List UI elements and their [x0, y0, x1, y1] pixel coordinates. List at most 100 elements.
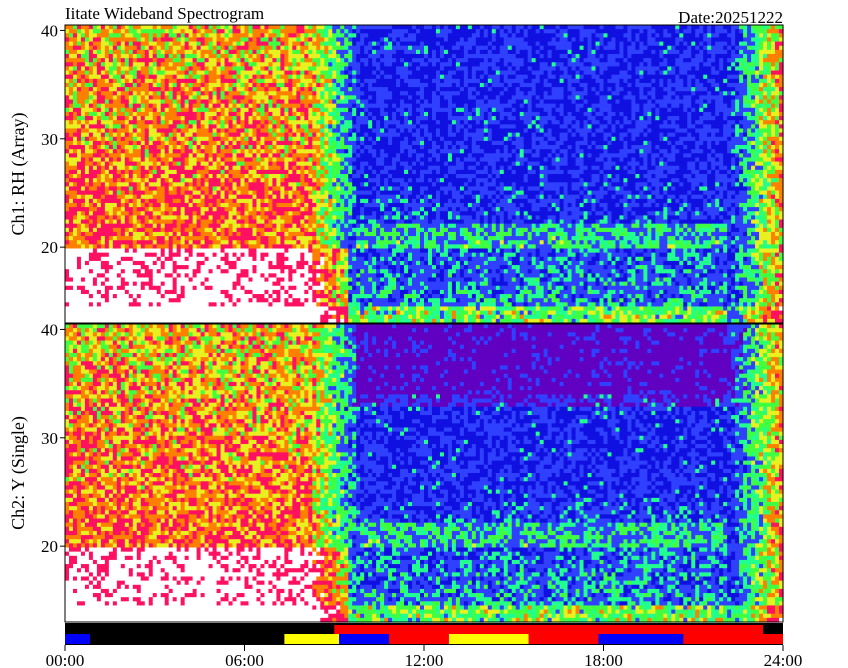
heatmap-cell	[241, 145, 246, 150]
heatmap-cell	[129, 302, 134, 307]
heatmap-cell	[121, 128, 126, 133]
heatmap-cell	[173, 170, 178, 175]
heatmap-cell	[65, 290, 70, 295]
heatmap-cell	[113, 186, 118, 191]
heatmap-cell	[280, 91, 285, 96]
heatmap-cell	[153, 100, 158, 105]
heatmap-cell	[185, 294, 190, 299]
heatmap-cell	[296, 71, 301, 76]
heatmap-cell	[328, 294, 333, 299]
heatmap-cell	[213, 228, 218, 233]
heatmap-cell	[245, 253, 250, 258]
heatmap-cell	[181, 273, 186, 278]
heatmap-cell	[256, 157, 261, 162]
heatmap-cell	[145, 50, 150, 55]
heatmap-cell	[248, 170, 253, 175]
heatmap-cell	[300, 25, 305, 30]
heatmap-cell	[181, 315, 186, 320]
heatmap-cell	[161, 153, 166, 158]
heatmap-cell	[221, 315, 226, 320]
heatmap-cell	[145, 120, 150, 125]
heatmap-cell	[113, 191, 118, 196]
heatmap-cell	[121, 215, 126, 220]
heatmap-cell	[133, 277, 138, 282]
heatmap-cell	[137, 186, 142, 191]
heatmap-cell	[320, 249, 325, 254]
heatmap-cell	[332, 302, 337, 307]
heatmap-cell	[65, 104, 70, 109]
heatmap-cell	[189, 54, 194, 59]
heatmap-cell	[109, 87, 114, 92]
heatmap-cell	[121, 298, 126, 303]
heatmap-cell	[193, 207, 198, 212]
heatmap-cell	[213, 269, 218, 274]
heatmap-cell	[213, 182, 218, 187]
heatmap-cell	[304, 112, 309, 117]
heatmap-cell	[97, 112, 102, 117]
heatmap-cell	[332, 195, 337, 200]
heatmap-cell	[205, 145, 210, 150]
heatmap-cell	[189, 91, 194, 96]
heatmap-cell	[248, 286, 253, 291]
heatmap-cell	[248, 311, 253, 316]
heatmap-cell	[237, 261, 242, 266]
heatmap-cell	[221, 290, 226, 295]
heatmap-cell	[316, 42, 321, 47]
heatmap-cell	[73, 50, 78, 55]
heatmap-cell	[284, 178, 289, 183]
heatmap-cell	[296, 215, 301, 220]
heatmap-cell	[185, 104, 190, 109]
heatmap-cell	[141, 162, 146, 167]
heatmap-cell	[225, 95, 230, 100]
heatmap-cell	[101, 282, 106, 287]
heatmap-cell	[65, 186, 70, 191]
heatmap-cell	[73, 257, 78, 262]
heatmap-cell	[308, 286, 313, 291]
heatmap-cell	[129, 58, 134, 63]
heatmap-cell	[221, 37, 226, 42]
heatmap-cell	[93, 311, 98, 316]
heatmap-cell	[97, 306, 102, 311]
heatmap-cell	[121, 42, 126, 47]
heatmap-cell	[217, 145, 222, 150]
heatmap-cell	[276, 58, 281, 63]
heatmap-cell	[256, 37, 261, 42]
heatmap-cell	[213, 149, 218, 154]
heatmap-cell	[288, 120, 293, 125]
heatmap-cell	[276, 236, 281, 241]
heatmap-cell	[288, 302, 293, 307]
heatmap-cell	[316, 315, 321, 320]
heatmap-cell	[241, 137, 246, 142]
heatmap-cell	[272, 50, 277, 55]
heatmap-cell	[248, 211, 253, 216]
heatmap-cell	[97, 186, 102, 191]
heatmap-cell	[73, 37, 78, 42]
heatmap-cell	[161, 282, 166, 287]
heatmap-cell	[225, 195, 230, 200]
heatmap-cell	[324, 311, 329, 316]
heatmap-cell	[201, 298, 206, 303]
heatmap-cell	[77, 137, 82, 142]
heatmap-cell	[324, 75, 329, 80]
heatmap-cell	[260, 128, 265, 133]
heatmap-cell	[276, 149, 281, 154]
heatmap-cell	[336, 100, 341, 105]
heatmap-cell	[113, 37, 118, 42]
heatmap-cell	[237, 294, 242, 299]
heatmap-cell	[248, 145, 253, 150]
heatmap-cell	[117, 42, 122, 47]
heatmap-cell	[109, 224, 114, 229]
heatmap-cell	[117, 33, 122, 38]
heatmap-cell	[248, 149, 253, 154]
heatmap-cell	[125, 232, 130, 237]
heatmap-cell	[217, 153, 222, 158]
heatmap-cell	[141, 153, 146, 158]
heatmap-cell	[264, 286, 269, 291]
heatmap-cell	[233, 133, 238, 138]
heatmap-cell	[241, 124, 246, 129]
heatmap-cell	[89, 157, 94, 162]
heatmap-cell	[169, 66, 174, 71]
heatmap-cell	[308, 199, 313, 204]
heatmap-cell	[209, 149, 214, 154]
heatmap-cell	[85, 211, 90, 216]
